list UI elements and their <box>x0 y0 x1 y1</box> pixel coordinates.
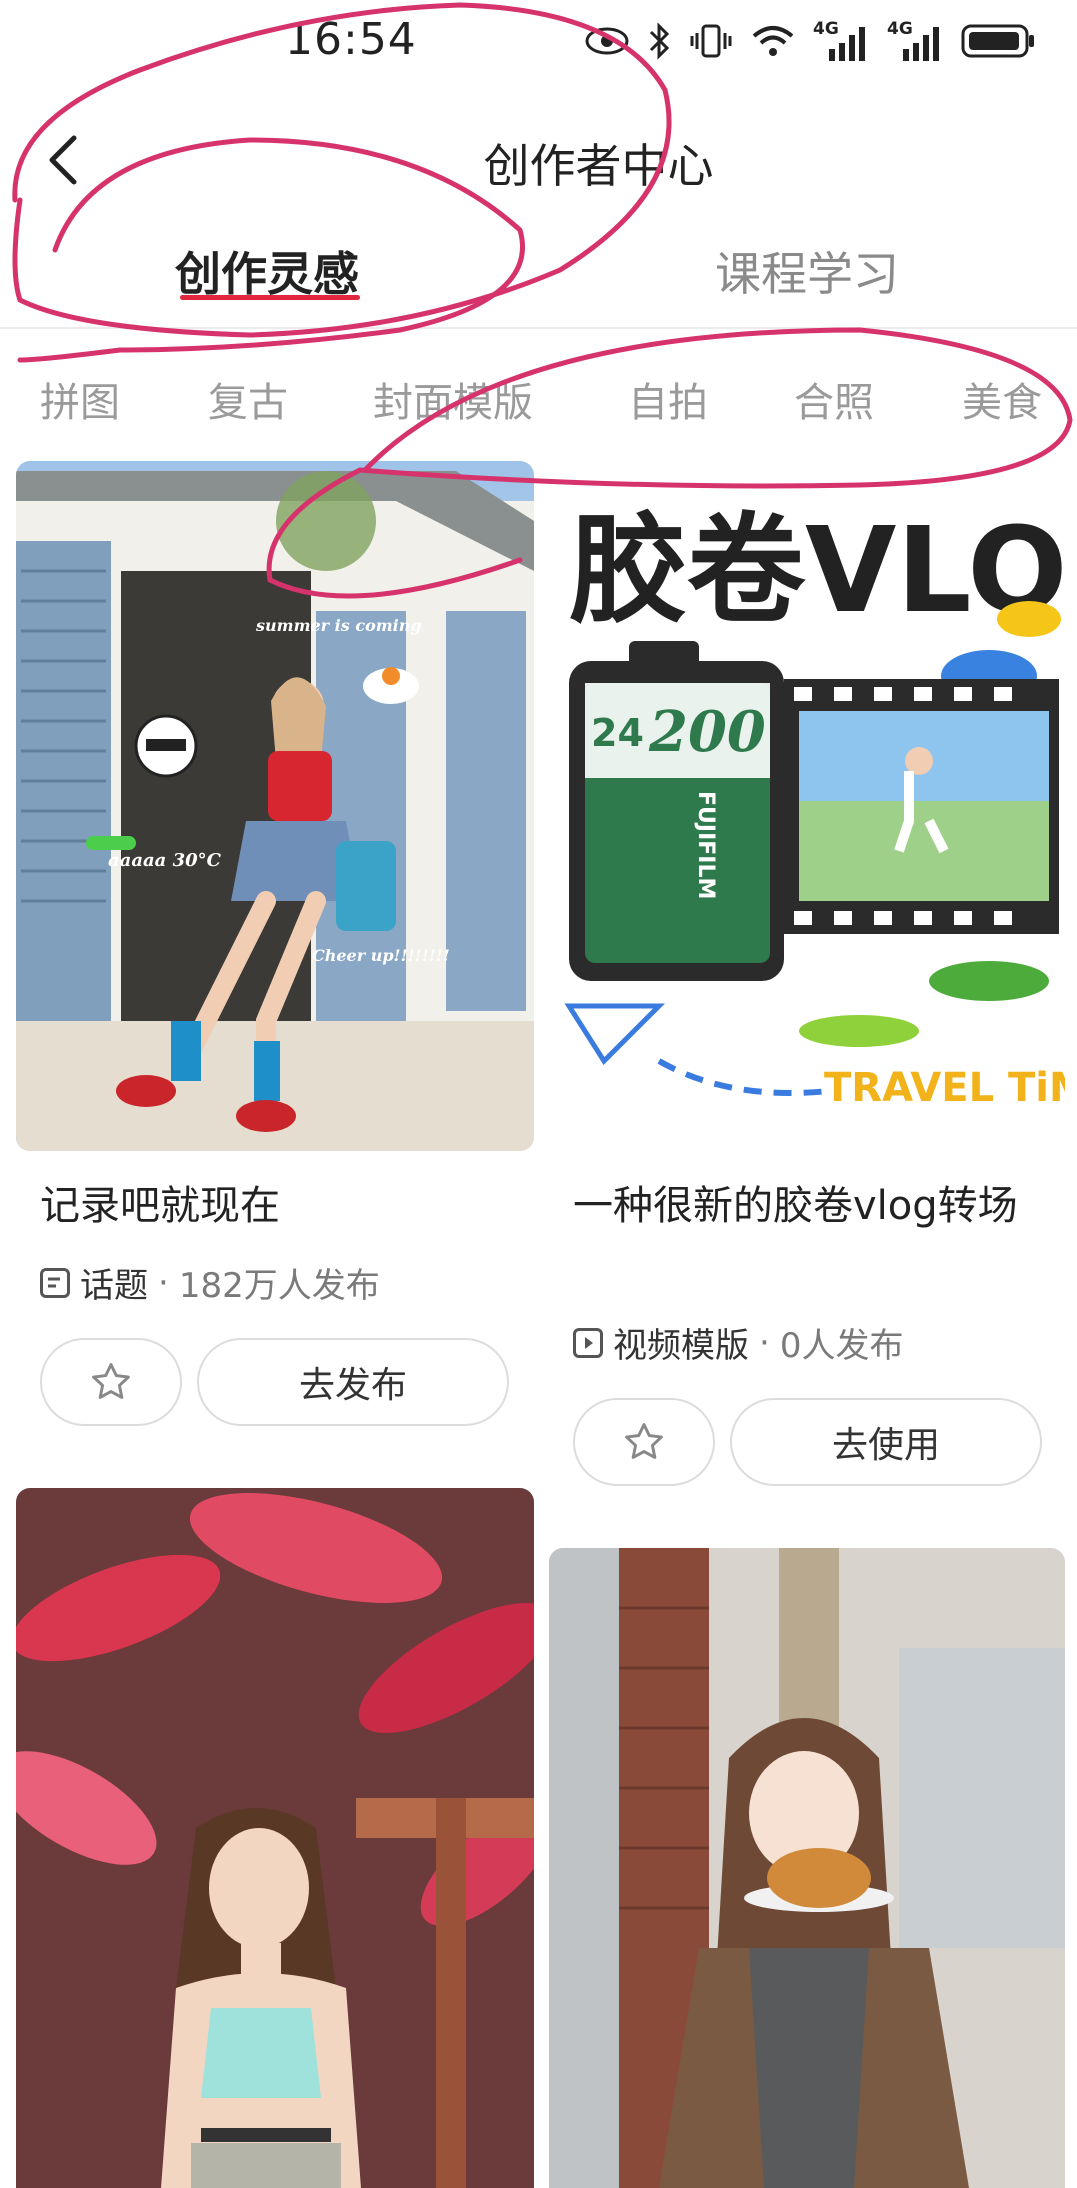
tab-course-learning[interactable]: 课程学习 <box>715 238 899 304</box>
card-photo-red-leaves <box>16 1488 534 2188</box>
card-meta: 话题 · 182万人发布 <box>40 1258 380 1307</box>
star-icon <box>92 1363 130 1399</box>
wifi-icon <box>751 24 795 62</box>
eye-icon <box>585 26 629 60</box>
film-label: 24 <box>591 711 644 755</box>
meta-count: 0人发布 <box>779 1326 904 1366</box>
category-chip[interactable]: 合照 <box>794 370 874 428</box>
topic-icon <box>40 1267 70 1298</box>
active-tab-indicator <box>180 295 360 300</box>
card-image[interactable]: summer is coming aaaaa 30°C Cheer up!!!!… <box>16 461 534 1151</box>
battery-icon <box>961 22 1037 64</box>
signal-4g-icon: 4G <box>887 19 943 63</box>
status-icons: 4G 4G <box>585 18 1037 68</box>
card-image[interactable]: 胶卷VLOG 24 200 FUJIFILM TRAVEL TiME <box>549 461 1065 1151</box>
category-chip[interactable]: 封面模版 <box>373 370 533 428</box>
meta-type: 视频模版 <box>613 1326 749 1366</box>
sticker-text: summer is coming <box>255 616 422 635</box>
favorite-button[interactable] <box>573 1398 715 1486</box>
use-template-button[interactable]: 去使用 <box>730 1398 1042 1486</box>
star-icon <box>625 1423 663 1459</box>
sticker-text: aaaaa 30°C <box>108 850 222 871</box>
card-meta: 视频模版 · 0人发布 <box>573 1318 903 1367</box>
vibrate-icon <box>689 23 733 63</box>
film-brand: FUJIFILM <box>693 791 718 899</box>
category-chip[interactable]: 美食 <box>962 370 1042 428</box>
page-title: 创作者中心 <box>483 139 714 193</box>
card-image[interactable] <box>16 1488 534 2188</box>
category-chip[interactable]: 复古 <box>208 370 288 428</box>
bluetooth-icon <box>647 22 671 64</box>
illustration-title: 胶卷VLOG <box>569 501 1065 639</box>
sticker-text: Cheer up!!!!!!!! <box>312 946 450 965</box>
annotation-stroke <box>17 347 123 363</box>
meta-separator: · <box>158 1262 169 1303</box>
publish-button[interactable]: 去发布 <box>197 1338 509 1426</box>
card-photo-cafe <box>549 1548 1065 2188</box>
meta-count: 182万人发布 <box>178 1266 380 1306</box>
meta-type: 话题 <box>80 1266 148 1306</box>
travel-time-text: TRAVEL TiME <box>824 1065 1065 1111</box>
card-illustration-film-vlog: 胶卷VLOG 24 200 FUJIFILM TRAVEL TiME <box>549 461 1065 1151</box>
card-image[interactable] <box>549 1548 1065 2188</box>
card-title[interactable]: 一种很新的胶卷vlog转场 <box>573 1176 1043 1236</box>
card-title[interactable]: 记录吧就现在 <box>40 1176 520 1236</box>
category-chip[interactable]: 自拍 <box>628 370 708 428</box>
film-label: 200 <box>648 699 766 765</box>
signal-4g-icon: 4G <box>813 19 869 63</box>
status-time: 16:54 <box>285 14 417 65</box>
category-chip[interactable]: 拼图 <box>40 370 120 428</box>
card-photo-outdoor: summer is coming aaaaa 30°C Cheer up!!!!… <box>16 461 534 1151</box>
video-template-icon <box>573 1327 603 1358</box>
meta-separator: · <box>759 1322 770 1363</box>
tabs-divider <box>0 327 1077 329</box>
main-tabs: 创作灵感 课程学习 <box>0 220 1077 320</box>
favorite-button[interactable] <box>40 1338 182 1426</box>
